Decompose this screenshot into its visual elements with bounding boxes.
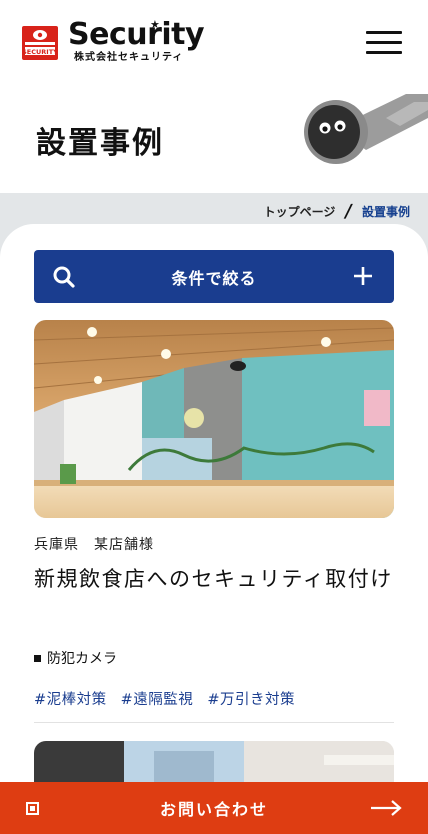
hamburger-menu-button[interactable] <box>366 31 402 55</box>
square-icon <box>26 802 39 815</box>
filter-label: 条件で絞る <box>171 268 257 288</box>
case-divider <box>34 722 394 723</box>
case-photo[interactable] <box>34 320 394 518</box>
case-title[interactable]: 新規飲食店へのセキュリティ取付け <box>34 562 404 596</box>
page-title-band: 設置事例 <box>0 88 428 193</box>
logo-company-name: 株式会社セキュリティ <box>74 52 184 63</box>
case-tags: #泥棒対策 #遠隔監視 #万引き対策 <box>34 688 295 709</box>
search-icon <box>53 266 75 288</box>
breadcrumb-home-link[interactable]: トップページ <box>264 203 336 220</box>
filter-toggle-button[interactable]: 条件で絞る <box>34 250 394 303</box>
breadcrumb: トップページ / 設置事例 <box>264 201 410 222</box>
svg-text:SECURITY: SECURITY <box>22 48 58 56</box>
logo[interactable]: Security 株式会社セキュリティ <box>68 17 205 64</box>
tag-link[interactable]: #遠隔監視 <box>121 688 194 709</box>
tag-link[interactable]: #泥棒対策 <box>34 688 107 709</box>
breadcrumb-current: 設置事例 <box>361 205 410 219</box>
arrow-right-icon <box>371 800 402 816</box>
cta-label: お問い合わせ <box>159 800 268 819</box>
security-camera-illustration-icon <box>304 94 428 164</box>
breadcrumb-separator: / <box>343 201 354 222</box>
logo-badge-icon[interactable]: SECURITY <box>22 26 58 60</box>
plus-icon <box>354 267 372 285</box>
logo-star-icon: ★ <box>150 18 160 31</box>
case-category-label: 防犯カメラ <box>47 651 117 667</box>
site-header: SECURITY Security 株式会社セキュリティ ★ <box>0 0 428 88</box>
case-category: 防犯カメラ <box>34 648 117 668</box>
contact-cta-button[interactable]: お問い合わせ <box>0 782 428 834</box>
category-bullet-icon <box>34 654 41 662</box>
logo-wordmark: Security <box>68 17 205 52</box>
tag-link[interactable]: #万引き対策 <box>207 688 295 709</box>
page-title: 設置事例 <box>36 126 164 161</box>
case-location: 兵庫県 某店舗様 <box>34 537 154 553</box>
